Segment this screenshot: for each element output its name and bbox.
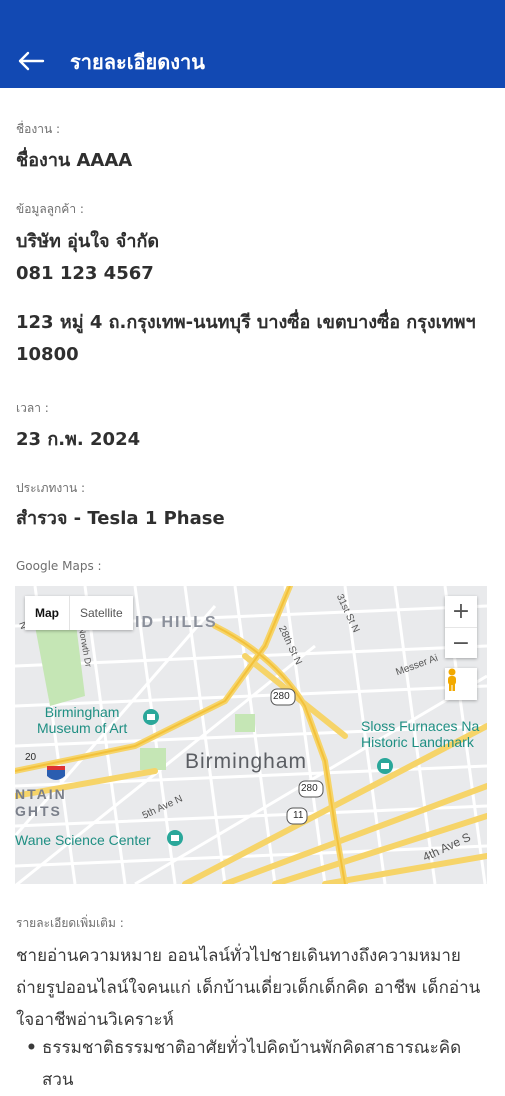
- shield-20-label: 20: [25, 752, 37, 763]
- customer-company: บริษัท อุ่นใจ จำกัด: [16, 231, 160, 252]
- details-paragraph: ชายอ่านความหมาย ออนไลน์ทั่วไปชายเดินทางถ…: [16, 946, 481, 1030]
- shield-280b-label: 280: [301, 783, 318, 794]
- shield-11-label: 11: [293, 810, 304, 821]
- google-map[interactable]: 20 280 280 11 ID HILLS Birmingham Birmin…: [15, 586, 487, 884]
- area-label: NTAIN GHTS: [15, 786, 67, 819]
- sloss-poi-icon: [377, 758, 393, 774]
- map-type-map-button[interactable]: Map: [25, 596, 69, 630]
- job-type-label: ประเภทงาน :: [16, 481, 86, 495]
- sloss-label: Sloss Furnaces Na Historic Landmark: [361, 718, 480, 750]
- science-center-label: Wane Science Center: [15, 832, 151, 848]
- museum-label: Birmingham Museum of Art: [37, 704, 128, 736]
- map-type-control: Map Satellite: [25, 596, 133, 630]
- app-bar: รายละเอียดงาน: [0, 0, 505, 88]
- science-poi-icon: [167, 830, 183, 846]
- museum-poi-icon: [143, 709, 159, 725]
- job-name-value: ชื่องาน AAAA: [16, 150, 133, 171]
- time-label: เวลา :: [16, 401, 49, 415]
- district-label: ID HILLS: [135, 614, 218, 631]
- map-type-satellite-button[interactable]: Satellite: [69, 596, 133, 630]
- map-label: Google Maps :: [16, 559, 102, 573]
- job-name-label: ชื่องาน :: [16, 122, 61, 136]
- bullet-icon: •: [26, 1038, 37, 1058]
- back-button[interactable]: [14, 44, 48, 78]
- city-label: Birmingham: [185, 750, 308, 773]
- details-label: รายละเอียดเพิ่มเติม :: [16, 916, 124, 930]
- zoom-out-button[interactable]: −: [445, 628, 477, 659]
- zoom-control: + −: [445, 596, 477, 658]
- customer-label: ข้อมูลลูกค้า :: [16, 202, 84, 216]
- job-type-value: สำรวจ - Tesla 1 Phase: [16, 508, 225, 529]
- shield-280-label: 280: [273, 691, 290, 702]
- pegman-icon: [448, 668, 456, 691]
- time-value: 23 ก.พ. 2024: [16, 429, 141, 450]
- interstate-20-icon: [47, 766, 65, 780]
- arrow-left-icon: [18, 51, 45, 71]
- page-title: รายละเอียดงาน: [70, 50, 205, 74]
- details-bullet-text: ธรรมชาติธรรมชาติอาศัยทั่วไปคิดบ้านพักคิด…: [42, 1038, 462, 1090]
- street-view-button[interactable]: [445, 668, 477, 700]
- list-item: • ธรรมชาติธรรมชาติอาศัยทั่วไปคิดบ้านพักค…: [26, 1032, 486, 1096]
- customer-phone[interactable]: 081 123 4567: [16, 258, 154, 290]
- customer-address: 123 หมู่ 4 ถ.กรุงเทพ-นนทบุรี บางซื่อ เขต…: [16, 312, 476, 365]
- zoom-in-button[interactable]: +: [445, 596, 477, 628]
